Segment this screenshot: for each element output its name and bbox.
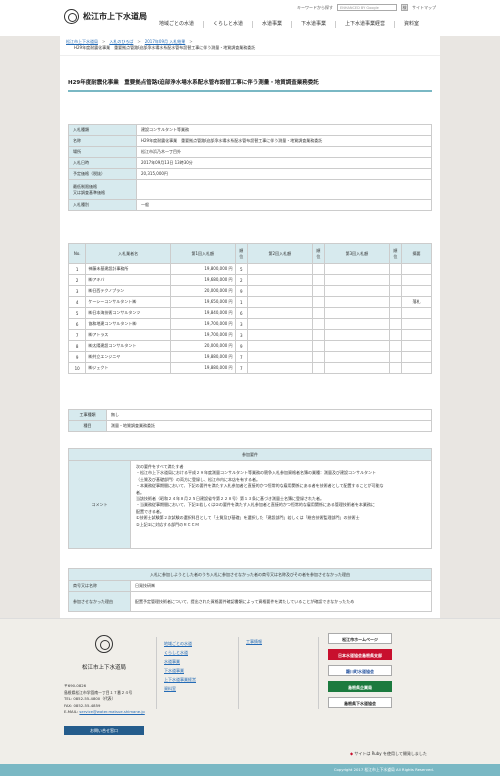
ruby-icon: ◆ — [350, 751, 354, 756]
table-header-row: No. 入札業者名 第1回入札額 順位 第2回入札額 順位 第3回入札額 順位 … — [67, 243, 432, 264]
search-caption: キーワードから探す — [297, 4, 333, 10]
footer-logo[interactable]: 松江市上下水道局 — [64, 635, 144, 671]
table-row: 7 ㈱アトラス 19,700,000 円3 — [67, 329, 432, 341]
banner-prefecture-enterprise[interactable]: 島根県企業局 — [328, 681, 392, 692]
bid-results-table: No. 入札業者名 第1回入札額 順位 第2回入札額 順位 第3回入札額 順位 … — [67, 243, 432, 374]
table-row: 予定価格（税抜） 20,315,000円 — [68, 168, 432, 180]
breadcrumb-current: H29年度耐震化事業 重要拠点管路I迫部浄水場水系配水管布設替工事に伴う測量・地… — [74, 45, 256, 50]
table-row: 5 ㈱日本海技術コンサルタンツ 19,840,000 円6 — [67, 307, 432, 319]
search-input[interactable]: ENHANCED BY Google — [337, 4, 397, 11]
requirements-header: 参加要件 — [68, 448, 432, 461]
footer-link[interactable]: 水道事業 — [164, 657, 196, 666]
page-title: H29年度耐震化事業 重要拠点管路I迫部浄水場水系配水管布設替工事に伴う測量・地… — [68, 78, 432, 92]
site-logo[interactable]: 松江市上下水道局 — [64, 9, 147, 24]
table-row: 2 ㈱アキバ 19,680,000 円2 — [67, 274, 432, 286]
footer-link[interactable]: 資料室 — [164, 684, 196, 693]
table-row: 入札種類 建設コンサルタント等業務 — [68, 124, 432, 136]
nav-item[interactable]: 上下水道事業経営 — [335, 21, 394, 28]
footer-link[interactable]: 下水道事業 — [164, 666, 196, 675]
city-emblem-icon — [95, 635, 113, 653]
table-row: 1 神藤未基建設計事務所 19,800,000 円5 — [67, 263, 432, 275]
disqualified-header: 入札に参加しようとした者のうち入札に参加させなかった者の商号又は名称及びその者を… — [68, 568, 432, 581]
table-row: 場所 松江市浜乃木一丁目外 — [68, 146, 432, 158]
banner-sewerage-association[interactable]: 島根県下水道協会 — [328, 697, 392, 708]
site-header: 松江市上下水道局 キーワードから探す ENHANCED BY Google 検 … — [0, 0, 500, 36]
footer-divider — [156, 637, 157, 709]
utility-bar: キーワードから探す ENHANCED BY Google 検 サイトマップ — [297, 4, 436, 11]
table-row: 10 ㈱ジェクト 19,880,000 円7 — [67, 362, 432, 374]
banner-jwwa-shimane[interactable]: 日本水道協会島根県支部 — [328, 649, 392, 660]
footer-link[interactable]: くらしと水道 — [164, 648, 196, 657]
sitemap-link[interactable]: サイトマップ — [412, 5, 436, 11]
table-row: 8 ㈱太陽建設コンサルタント 20,000,000 円9 — [67, 340, 432, 352]
banner-water-association[interactable]: 簸川町水道協会 — [328, 665, 392, 676]
footer-link[interactable]: 上下水道事業経営 — [164, 675, 196, 684]
search-button[interactable]: 検 — [401, 4, 408, 11]
banner-matsue-city[interactable]: 松江市ホームページ — [328, 633, 392, 644]
email-link[interactable]: service@water.matsue.shimane.jp — [79, 709, 144, 714]
nav-item[interactable]: 資料室 — [394, 21, 428, 28]
footer-divider — [238, 637, 239, 709]
city-emblem-icon — [64, 9, 79, 24]
footer-address: 〒690-0826 島根県松江市学園南一丁目１７番２４号 TEL: 0852-5… — [64, 683, 145, 714]
table-row: 種目 測量・地質調査業務委託 — [68, 420, 432, 432]
footer-banners: 松江市ホームページ 日本水道協会島根県支部 簸川町水道協会 島根県企業局 島根県… — [328, 633, 392, 713]
footer-link[interactable]: 地域ごとの水道 — [164, 639, 196, 648]
table-row: 入札日時 2017年09月13日 13時30分 — [68, 157, 432, 169]
table-row: 工事種類 無し — [68, 409, 432, 421]
requirement-line: ・本業務従事期間において、下記の要件を満たす入札参加者と直接的かつ恒常的な雇用関… — [136, 483, 384, 489]
nav-item[interactable]: くらしと水道 — [202, 21, 252, 28]
table-row: 最低制限価格 又は調査基準価格 — [68, 179, 432, 200]
breadcrumb: 松江市上下水道局 > 入札のひろば > 2017年09月 入札結果 > H29年… — [60, 36, 440, 56]
nav-item[interactable]: 地域ごとの水道 — [150, 21, 203, 28]
footer-links-2: 工事情報 — [246, 639, 262, 648]
footer-divider — [318, 637, 319, 709]
copyright: Copyright 2017 松江市上下水道局 All Rights Reser… — [0, 764, 500, 776]
footer-links: 地域ごとの水道 くらしと水道 水道事業 下水道事業 上下水道事業経営 資料室 — [164, 639, 196, 693]
table-row: 名称 H29年度耐震化事業 重要拠点管路I迫部浄水場水系配水管布設替工事に伴う測量… — [68, 135, 432, 147]
contact-button[interactable]: お問い合せ窓口 — [64, 726, 144, 735]
work-type-table: 工事種類 無し 種目 測量・地質調査業務委託 — [68, 409, 432, 432]
global-nav: 地域ごとの水道 くらしと水道 水道事業 下水道事業 上下水道事業経営 資料室 — [150, 21, 428, 28]
table-row: 4 ケーシーコンサルタント㈱ 19,650,000 円 1 落札 — [67, 296, 432, 308]
page: 松江市上下水道局 キーワードから探す ENHANCED BY Google 検 … — [0, 0, 500, 776]
table-row: 商号又は名称 日発技研㈱ — [68, 580, 432, 592]
main-content: 松江市上下水道局 > 入札のひろば > 2017年09月 入札結果 > H29年… — [60, 36, 440, 618]
site-name: 松江市上下水道局 — [83, 12, 147, 21]
table-row: 入札種別 一般 — [68, 199, 432, 211]
requirements-body: 次の要件をすべて満たす者 ・松江市上下水道局における平成２９年度測量コンサルタント… — [130, 460, 432, 549]
requirement-line: ②上記①に対応する部門のＲＣＣＭ — [136, 521, 200, 527]
requirements-label: コメント — [68, 460, 131, 549]
nav-item[interactable]: 下水道事業 — [290, 21, 335, 28]
footer-site-name: 松江市上下水道局 — [81, 665, 126, 671]
table-row: 参加させなかった理由 配置予定管理技術者について、提出された資格要件確認書類によっ… — [68, 591, 432, 612]
table-row: 9 ㈱共立エンジニヤ 19,880,000 円7 — [67, 351, 432, 363]
footer-link[interactable]: 工事情報 — [246, 639, 262, 648]
footer-note: ◆ サイトは Ruby を使用して開発しました — [350, 751, 427, 756]
site-footer: 松江市上下水道局 〒690-0826 島根県松江市学園南一丁目１７番２４号 TE… — [0, 618, 500, 770]
bid-info-table: 入札種類 建設コンサルタント等業務 名称 H29年度耐震化事業 重要拠点管路I迫部浄… — [68, 124, 432, 211]
nav-item[interactable]: 水道事業 — [251, 21, 291, 28]
disqualified-table: 入札に参加しようとした者のうち入札に参加させなかった者の商号又は名称及びその者を… — [68, 568, 432, 612]
table-row: 3 ㈱日西テクノプラン 20,000,000 円9 — [67, 285, 432, 297]
table-row: 6 協和地建コンサルタント㈱ 19,700,000 円3 — [67, 318, 432, 330]
requirements-table: 参加要件 コメント 次の要件をすべて満たす者 ・松江市上下水道局における平成２９年… — [68, 448, 432, 549]
